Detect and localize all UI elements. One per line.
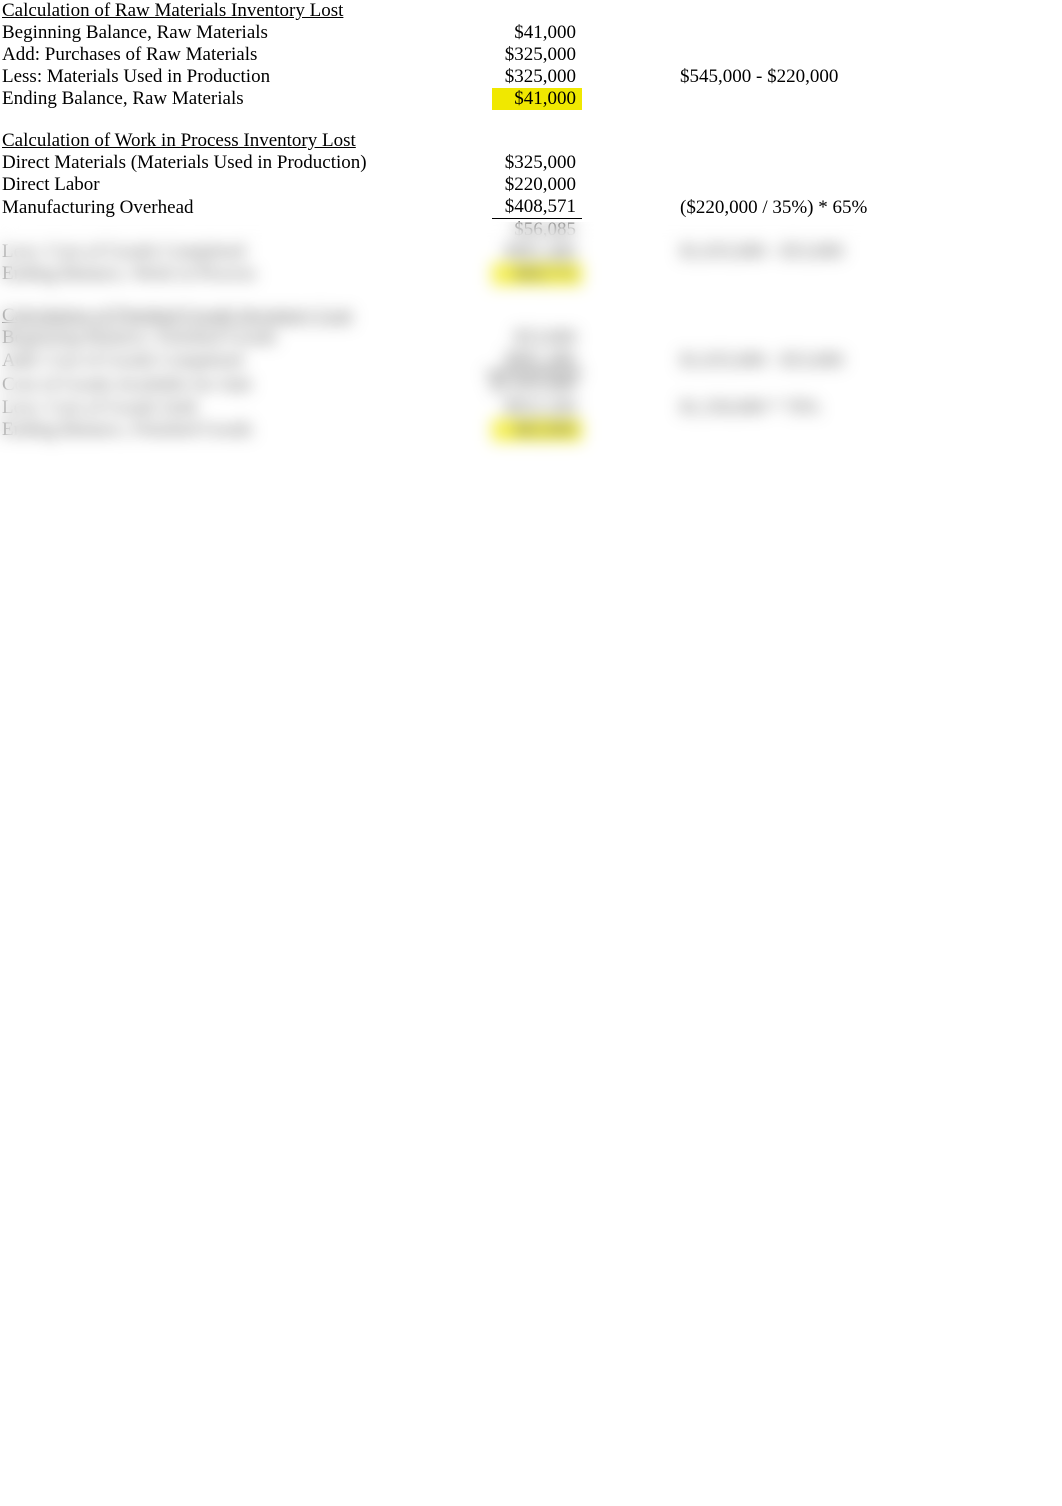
- table-row: Cost of Goods Available for Sale $1,035,…: [0, 372, 1062, 397]
- section2-title-row: Calculation of Work in Process Inventory…: [0, 130, 1062, 152]
- row-amount: $53,000: [492, 327, 582, 349]
- row-note: $1,035,000 - $53,000: [600, 350, 1062, 372]
- section2-title: Calculation of Work in Process Inventory…: [0, 130, 430, 152]
- row-note: ($220,000 / 35%) * 65%: [600, 197, 1062, 219]
- row-label: Less: Materials Used in Production: [0, 66, 430, 88]
- table-row: Less: Materials Used in Production $325,…: [0, 66, 1062, 88]
- spacer: [0, 285, 1062, 305]
- row-amount: $952,200: [492, 397, 582, 419]
- row-note: $545,000 - $220,000: [600, 66, 1062, 88]
- section1-title: Calculation of Raw Materials Inventory L…: [0, 0, 430, 22]
- row-amount: $325,000: [492, 66, 582, 88]
- row-amount: $220,000: [492, 174, 582, 196]
- row-note: $1,035,000 - $53,000: [600, 241, 1062, 263]
- row-note: $1,350,000 * 70%: [600, 397, 1062, 419]
- row-label: Less: Cost of Goods Completed: [0, 241, 430, 263]
- row-amount: $1,035,000: [485, 372, 583, 397]
- row-label: Direct Materials (Materials Used in Prod…: [0, 152, 430, 174]
- row-label: Manufacturing Overhead: [0, 197, 430, 219]
- row-label: Direct Labor: [0, 174, 430, 196]
- table-row: Beginning Balance, Raw Materials $41,000: [0, 22, 1062, 44]
- row-label: Add: Purchases of Raw Materials: [0, 44, 430, 66]
- row-label: Ending Balance, Raw Materials: [0, 88, 430, 110]
- table-row: Direct Materials (Materials Used in Prod…: [0, 152, 1062, 174]
- row-label: Cost of Goods Available for Sale: [0, 374, 430, 396]
- row-amount: $82,800: [492, 419, 582, 441]
- row-label: Add: Cost of Goods Completed: [0, 350, 430, 372]
- table-row: Less: Cost of Goods Sold $952,200 $1,350…: [0, 397, 1062, 419]
- row-amount: $68,771: [492, 263, 582, 285]
- section3-title-row: Calculation of Finished Goods Inventory …: [0, 305, 1062, 327]
- table-row: $56,085: [0, 219, 1062, 241]
- row-amount: $56,085: [492, 219, 582, 241]
- table-row: Beginning Balance, Finished Goods $53,00…: [0, 327, 1062, 349]
- row-amount: $41,000: [492, 88, 582, 110]
- row-label: Ending Balance, Work in Process: [0, 263, 430, 285]
- row-amount: $408,571: [492, 196, 582, 219]
- table-row: Ending Balance, Work in Process $68,771: [0, 263, 1062, 285]
- row-amount: $325,000: [492, 44, 582, 66]
- table-row: Add: Purchases of Raw Materials $325,000: [0, 44, 1062, 66]
- row-amount: $41,000: [492, 22, 582, 44]
- row-label: Less: Cost of Goods Sold: [0, 397, 430, 419]
- table-row: Direct Labor $220,000: [0, 174, 1062, 196]
- row-amount: $325,000: [492, 152, 582, 174]
- table-row: Ending Balance, Finished Goods $82,800: [0, 419, 1062, 441]
- spacer: [0, 110, 1062, 130]
- row-amount: $981,486: [492, 349, 582, 372]
- document-content: Calculation of Raw Materials Inventory L…: [0, 0, 1062, 441]
- row-label: Beginning Balance, Finished Goods: [0, 327, 430, 349]
- table-row: Add: Cost of Goods Completed $981,486 $1…: [0, 349, 1062, 372]
- table-row: Ending Balance, Raw Materials $41,000: [0, 88, 1062, 110]
- table-row: Less: Cost of Goods Completed $981,486 $…: [0, 241, 1062, 263]
- section1-title-row: Calculation of Raw Materials Inventory L…: [0, 0, 1062, 22]
- row-label: Ending Balance, Finished Goods: [0, 419, 430, 441]
- section3-title: Calculation of Finished Goods Inventory …: [0, 305, 430, 327]
- row-amount: $981,486: [492, 241, 582, 263]
- table-row: Manufacturing Overhead $408,571 ($220,00…: [0, 196, 1062, 219]
- row-label: Beginning Balance, Raw Materials: [0, 22, 430, 44]
